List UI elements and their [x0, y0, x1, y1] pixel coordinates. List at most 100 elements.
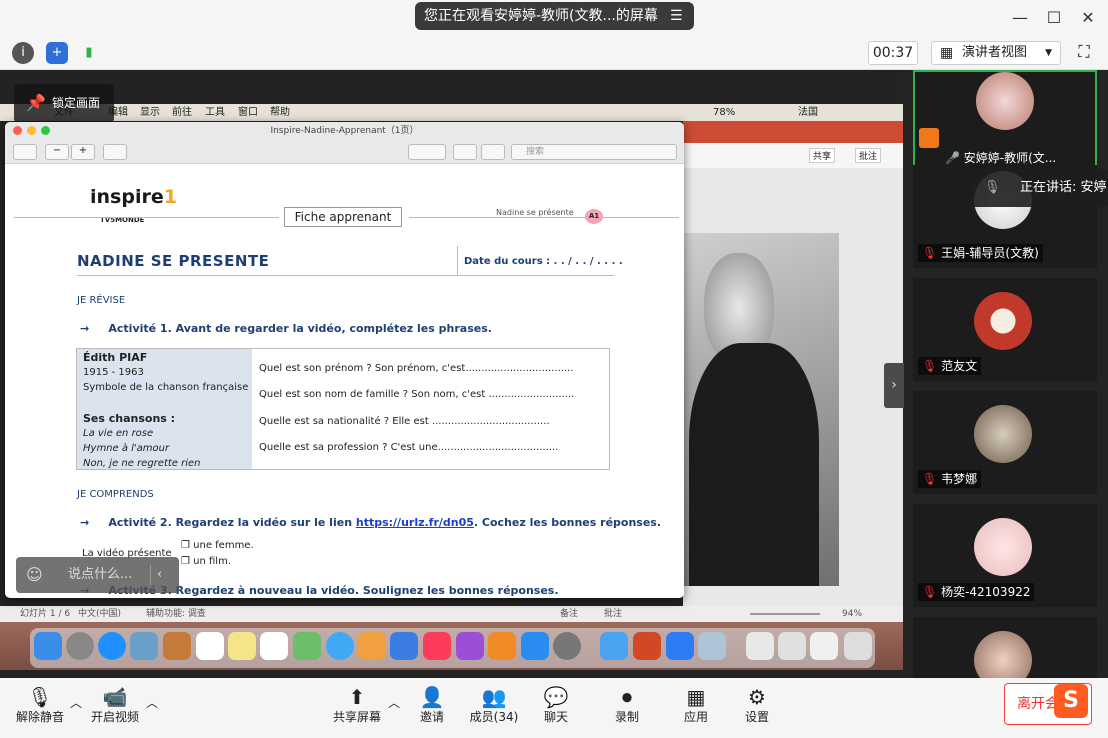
menu-icon[interactable]: ☰ [670, 2, 684, 30]
shield-icon[interactable]: + [46, 42, 68, 64]
collapse-icon[interactable]: ‹ [157, 557, 162, 593]
powerpoint-titlebar [683, 121, 903, 143]
invite-button[interactable]: 👤 邀请 [410, 678, 454, 738]
reminders-icon[interactable] [260, 632, 288, 660]
chat-button[interactable]: 💬 聊天 [534, 678, 578, 738]
participant-card[interactable]: 🎤 安婷婷-教师(文... [913, 70, 1097, 173]
question-2: Quel est son nom de famille ? Son nom, c… [259, 389, 575, 400]
minimize-dot[interactable] [27, 126, 36, 135]
trash-icon[interactable] [844, 632, 872, 660]
powerpoint-icon[interactable] [633, 632, 661, 660]
zoom-in-icon[interactable]: + [71, 144, 95, 160]
close-dot[interactable] [13, 126, 22, 135]
app-store-icon[interactable] [521, 632, 549, 660]
sidebar-toggle-icon[interactable] [13, 144, 37, 160]
members-button[interactable]: 👥 成员(34) [465, 678, 523, 738]
mic-on-icon: 🎤 [945, 151, 960, 165]
video-options-chevron[interactable]: ︿ [144, 678, 160, 738]
video-link[interactable]: https://urlz.fr/dn05 [356, 516, 474, 529]
checkbox-option[interactable]: ❒ une femme. [181, 540, 254, 551]
panel-toggle-icon[interactable]: › [884, 363, 904, 408]
search-input[interactable]: 搜索 [511, 144, 677, 160]
minimize-button[interactable]: — [1008, 6, 1032, 30]
contacts-icon[interactable] [163, 632, 191, 660]
comments-button[interactable]: 批注 [604, 606, 622, 622]
audio-options-chevron[interactable]: ︿ [68, 678, 84, 738]
mic-muted-icon: 🎙 [922, 359, 938, 373]
keynote-icon[interactable] [390, 632, 418, 660]
participant-card[interactable]: 🎙 杨奕-42103922 [913, 504, 1097, 607]
document-thumbnail-icon[interactable] [778, 632, 806, 660]
slide-counter: 幻灯片 1 / 6 [20, 609, 71, 619]
share-screen-button[interactable]: ⬆ 共享屏幕 [328, 678, 386, 738]
ppt-statusbar: 幻灯片 1 / 6 中文(中国) 辅助功能: 调查 备注 批注 94% [0, 606, 903, 622]
meeting-controls: 🎙 解除静音 ︿ 📹 开启视频 ︿ ⬆ 共享屏幕 ︿ 👤 邀请 👥 成员(34)… [0, 678, 1108, 738]
safari-icon[interactable] [98, 632, 126, 660]
question-3: Quelle est sa nationalité ? Elle est ...… [259, 416, 550, 427]
document-thumbnail-icon[interactable] [810, 632, 838, 660]
image-capture-icon[interactable] [698, 632, 726, 660]
music-icon[interactable] [423, 632, 451, 660]
podcasts-icon[interactable] [456, 632, 484, 660]
zoom-out-icon[interactable]: − [45, 144, 69, 160]
ppt-share-button[interactable]: 共享 [809, 148, 836, 163]
messages-icon[interactable] [326, 632, 354, 660]
pages-icon[interactable] [358, 632, 386, 660]
portrait-dress [689, 343, 819, 586]
maps-icon[interactable] [293, 632, 321, 660]
zoom-dot[interactable] [41, 126, 50, 135]
close-button[interactable]: ✕ [1076, 6, 1100, 30]
view-switch-button[interactable]: ▦ 演讲者视图 ▼ [931, 41, 1061, 65]
share-options-chevron[interactable]: ︿ [386, 678, 402, 738]
pdf-document: inspire1 TV5MONDE Fiche apprenant Nadine… [14, 164, 684, 598]
preview-icon[interactable] [130, 632, 158, 660]
info-icon[interactable]: i [12, 42, 34, 64]
fullscreen-icon[interactable]: ⛶ [1071, 41, 1097, 65]
meeting-app-icon[interactable] [666, 632, 694, 660]
start-video-button[interactable]: 📹 开启视频 [86, 678, 144, 738]
participant-card[interactable] [913, 617, 1097, 689]
notes-icon[interactable] [228, 632, 256, 660]
finder-icon[interactable] [34, 632, 62, 660]
section-je-revise: JE RÉVISE [77, 295, 126, 306]
song-item: La vie en rose [83, 428, 154, 439]
system-preferences-icon[interactable] [553, 632, 581, 660]
calendar-icon[interactable] [196, 632, 224, 660]
books-icon[interactable] [488, 632, 516, 660]
signal-icon[interactable]: ▮ [78, 42, 100, 64]
chat-input[interactable]: ☺ 说点什么... ‹ [16, 557, 179, 593]
window-title[interactable]: 您正在观看安婷婷-教师(文教...的屏幕 ☰ [415, 2, 694, 30]
chat-app-icon[interactable] [600, 632, 628, 660]
annotate-icon[interactable] [481, 144, 505, 160]
question-1: Quel est son prénom ? Son prénom, c'est.… [259, 363, 574, 374]
zoom-slider[interactable] [750, 613, 820, 615]
document-thumbnail-icon[interactable] [746, 632, 774, 660]
unmute-button[interactable]: 🎙 解除静音 [10, 678, 70, 738]
course-date: Date du cours : . . / . . / . . . . [464, 256, 623, 267]
rotate-icon[interactable] [453, 144, 477, 160]
launchpad-icon[interactable] [66, 632, 94, 660]
chat-icon: 💬 [543, 685, 569, 709]
participant-card[interactable]: 🎙 韦梦娜 [913, 391, 1097, 494]
markup-icon[interactable] [408, 144, 446, 160]
grid-view-icon: ▦ [940, 45, 954, 61]
settings-button[interactable]: ⚙ 设置 [735, 678, 779, 738]
mic-muted-icon: 🎙 [922, 585, 938, 599]
apps-button[interactable]: ▦ 应用 [674, 678, 718, 738]
checkbox-option[interactable]: ❒ un film. [181, 556, 231, 567]
record-button[interactable]: ⏺ 录制 [605, 678, 649, 738]
mic-muted-icon: 🎙 [922, 246, 938, 260]
notes-button[interactable]: 备注 [560, 606, 578, 622]
participant-card[interactable]: 🎙 范友文 [913, 278, 1097, 381]
status-accessibility: 辅助功能: 调查 [146, 609, 206, 619]
emoji-icon[interactable]: ☺ [26, 557, 43, 593]
maximize-button[interactable]: ☐ [1042, 6, 1066, 30]
status-language: 中文(中国) [78, 609, 122, 619]
lock-screen-tip[interactable]: 📌 锁定画面 [14, 84, 114, 122]
participant-name: 🎙 王娟-辅导员(文教) [918, 244, 1043, 262]
header-small-title: Nadine se présente [496, 208, 574, 217]
question-4: Quelle est sa profession ? C'est une....… [259, 442, 559, 453]
share-icon[interactable] [103, 144, 127, 160]
ppt-comment-button[interactable]: 批注 [855, 148, 882, 163]
zoom-level: 94% [842, 609, 863, 619]
